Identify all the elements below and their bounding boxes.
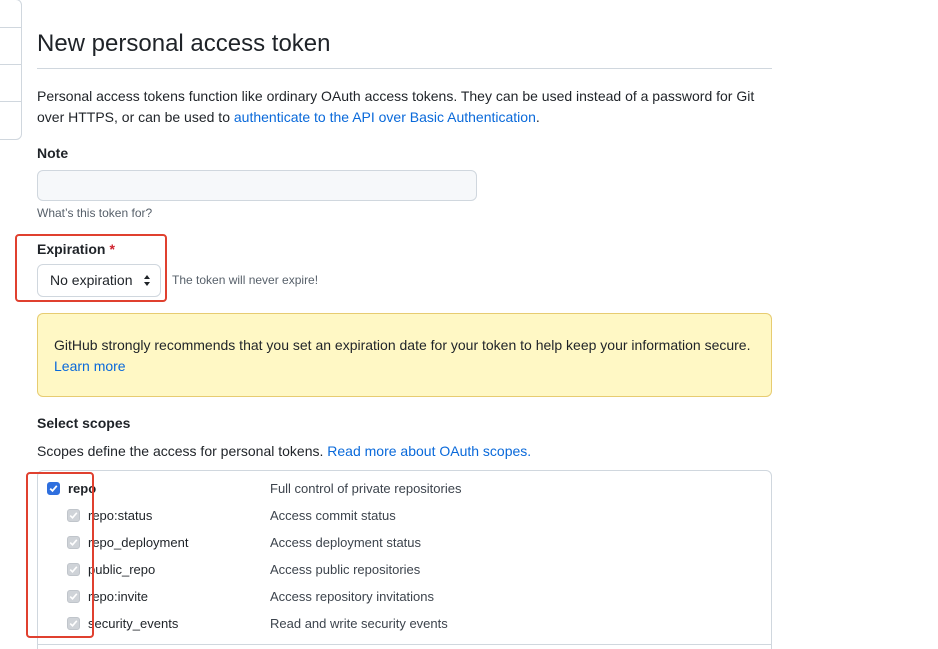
- scope-row-repo[interactable]: repo Full control of private repositorie…: [38, 478, 773, 500]
- sidebar-item[interactable]: [0, 65, 21, 102]
- note-input[interactable]: [37, 170, 477, 201]
- checkbox-disabled-icon: [67, 509, 80, 522]
- expiration-label-text: Expiration: [37, 241, 106, 257]
- basic-auth-link[interactable]: authenticate to the API over Basic Authe…: [234, 109, 536, 125]
- scope-row-repo-invite[interactable]: repo:invite Access repository invitation…: [38, 586, 773, 608]
- scope-desc: Access commit status: [270, 508, 396, 523]
- checkbox-checked-icon[interactable]: [47, 482, 60, 495]
- scope-desc: Access public repositories: [270, 562, 421, 577]
- scope-row-repo-deployment[interactable]: repo_deployment Access deployment status: [38, 532, 773, 554]
- scope-name: public_repo: [88, 562, 156, 577]
- select-arrows-icon: [144, 275, 150, 286]
- select-scopes-label: Select scopes: [37, 415, 131, 431]
- page-title: New personal access token: [37, 30, 331, 57]
- note-hint: What’s this token for?: [37, 206, 153, 220]
- scope-desc: Full control of private repositories: [270, 481, 462, 496]
- page: New personal access token Personal acces…: [0, 0, 938, 649]
- scopes-desc-text: Scopes define the access for personal to…: [37, 443, 328, 459]
- note-label: Note: [37, 145, 69, 161]
- checkbox-disabled-icon: [67, 590, 80, 603]
- title-divider: [37, 68, 772, 69]
- intro-end: .: [535, 109, 540, 125]
- scope-desc: Access deployment status: [270, 535, 422, 550]
- checkbox-disabled-icon: [67, 536, 80, 549]
- scope-name: repo: [68, 481, 97, 496]
- sidebar-item[interactable]: [0, 28, 21, 65]
- sidebar-item[interactable]: [0, 0, 21, 28]
- scope-desc: Access repository invitations: [270, 589, 435, 604]
- expiration-selected-value: No expiration: [50, 272, 133, 288]
- intro-text: Personal access tokens function like ord…: [37, 86, 772, 128]
- required-marker: *: [109, 241, 115, 257]
- expiration-hint: The token will never expire!: [172, 273, 319, 287]
- scope-desc: Read and write security events: [270, 616, 448, 631]
- expiration-select[interactable]: No expiration: [37, 264, 161, 297]
- checkbox-disabled-icon: [67, 563, 80, 576]
- scope-name: repo_deployment: [88, 535, 189, 550]
- scope-row-public-repo[interactable]: public_repo Access public repositories: [38, 559, 773, 581]
- scopes-list: repo Full control of private repositorie…: [37, 470, 772, 649]
- settings-sidebar: [0, 0, 22, 140]
- checkbox-disabled-icon: [67, 617, 80, 630]
- scopes-description: Scopes define the access for personal to…: [37, 441, 531, 461]
- expiration-label: Expiration *: [37, 239, 115, 259]
- scope-name: repo:status: [88, 508, 153, 523]
- scope-row-security-events[interactable]: security_events Read and write security …: [38, 613, 773, 635]
- warning-text: GitHub strongly recommends that you set …: [54, 337, 751, 353]
- scope-row-repo-status[interactable]: repo:status Access commit status: [38, 505, 773, 527]
- learn-more-link[interactable]: Learn more: [54, 358, 126, 374]
- scope-name: security_events: [88, 616, 179, 631]
- scope-name: repo:invite: [88, 589, 148, 604]
- oauth-scopes-link[interactable]: Read more about OAuth scopes.: [327, 443, 531, 459]
- scope-group-divider: [38, 644, 771, 645]
- expiration-warning-banner: GitHub strongly recommends that you set …: [37, 313, 772, 397]
